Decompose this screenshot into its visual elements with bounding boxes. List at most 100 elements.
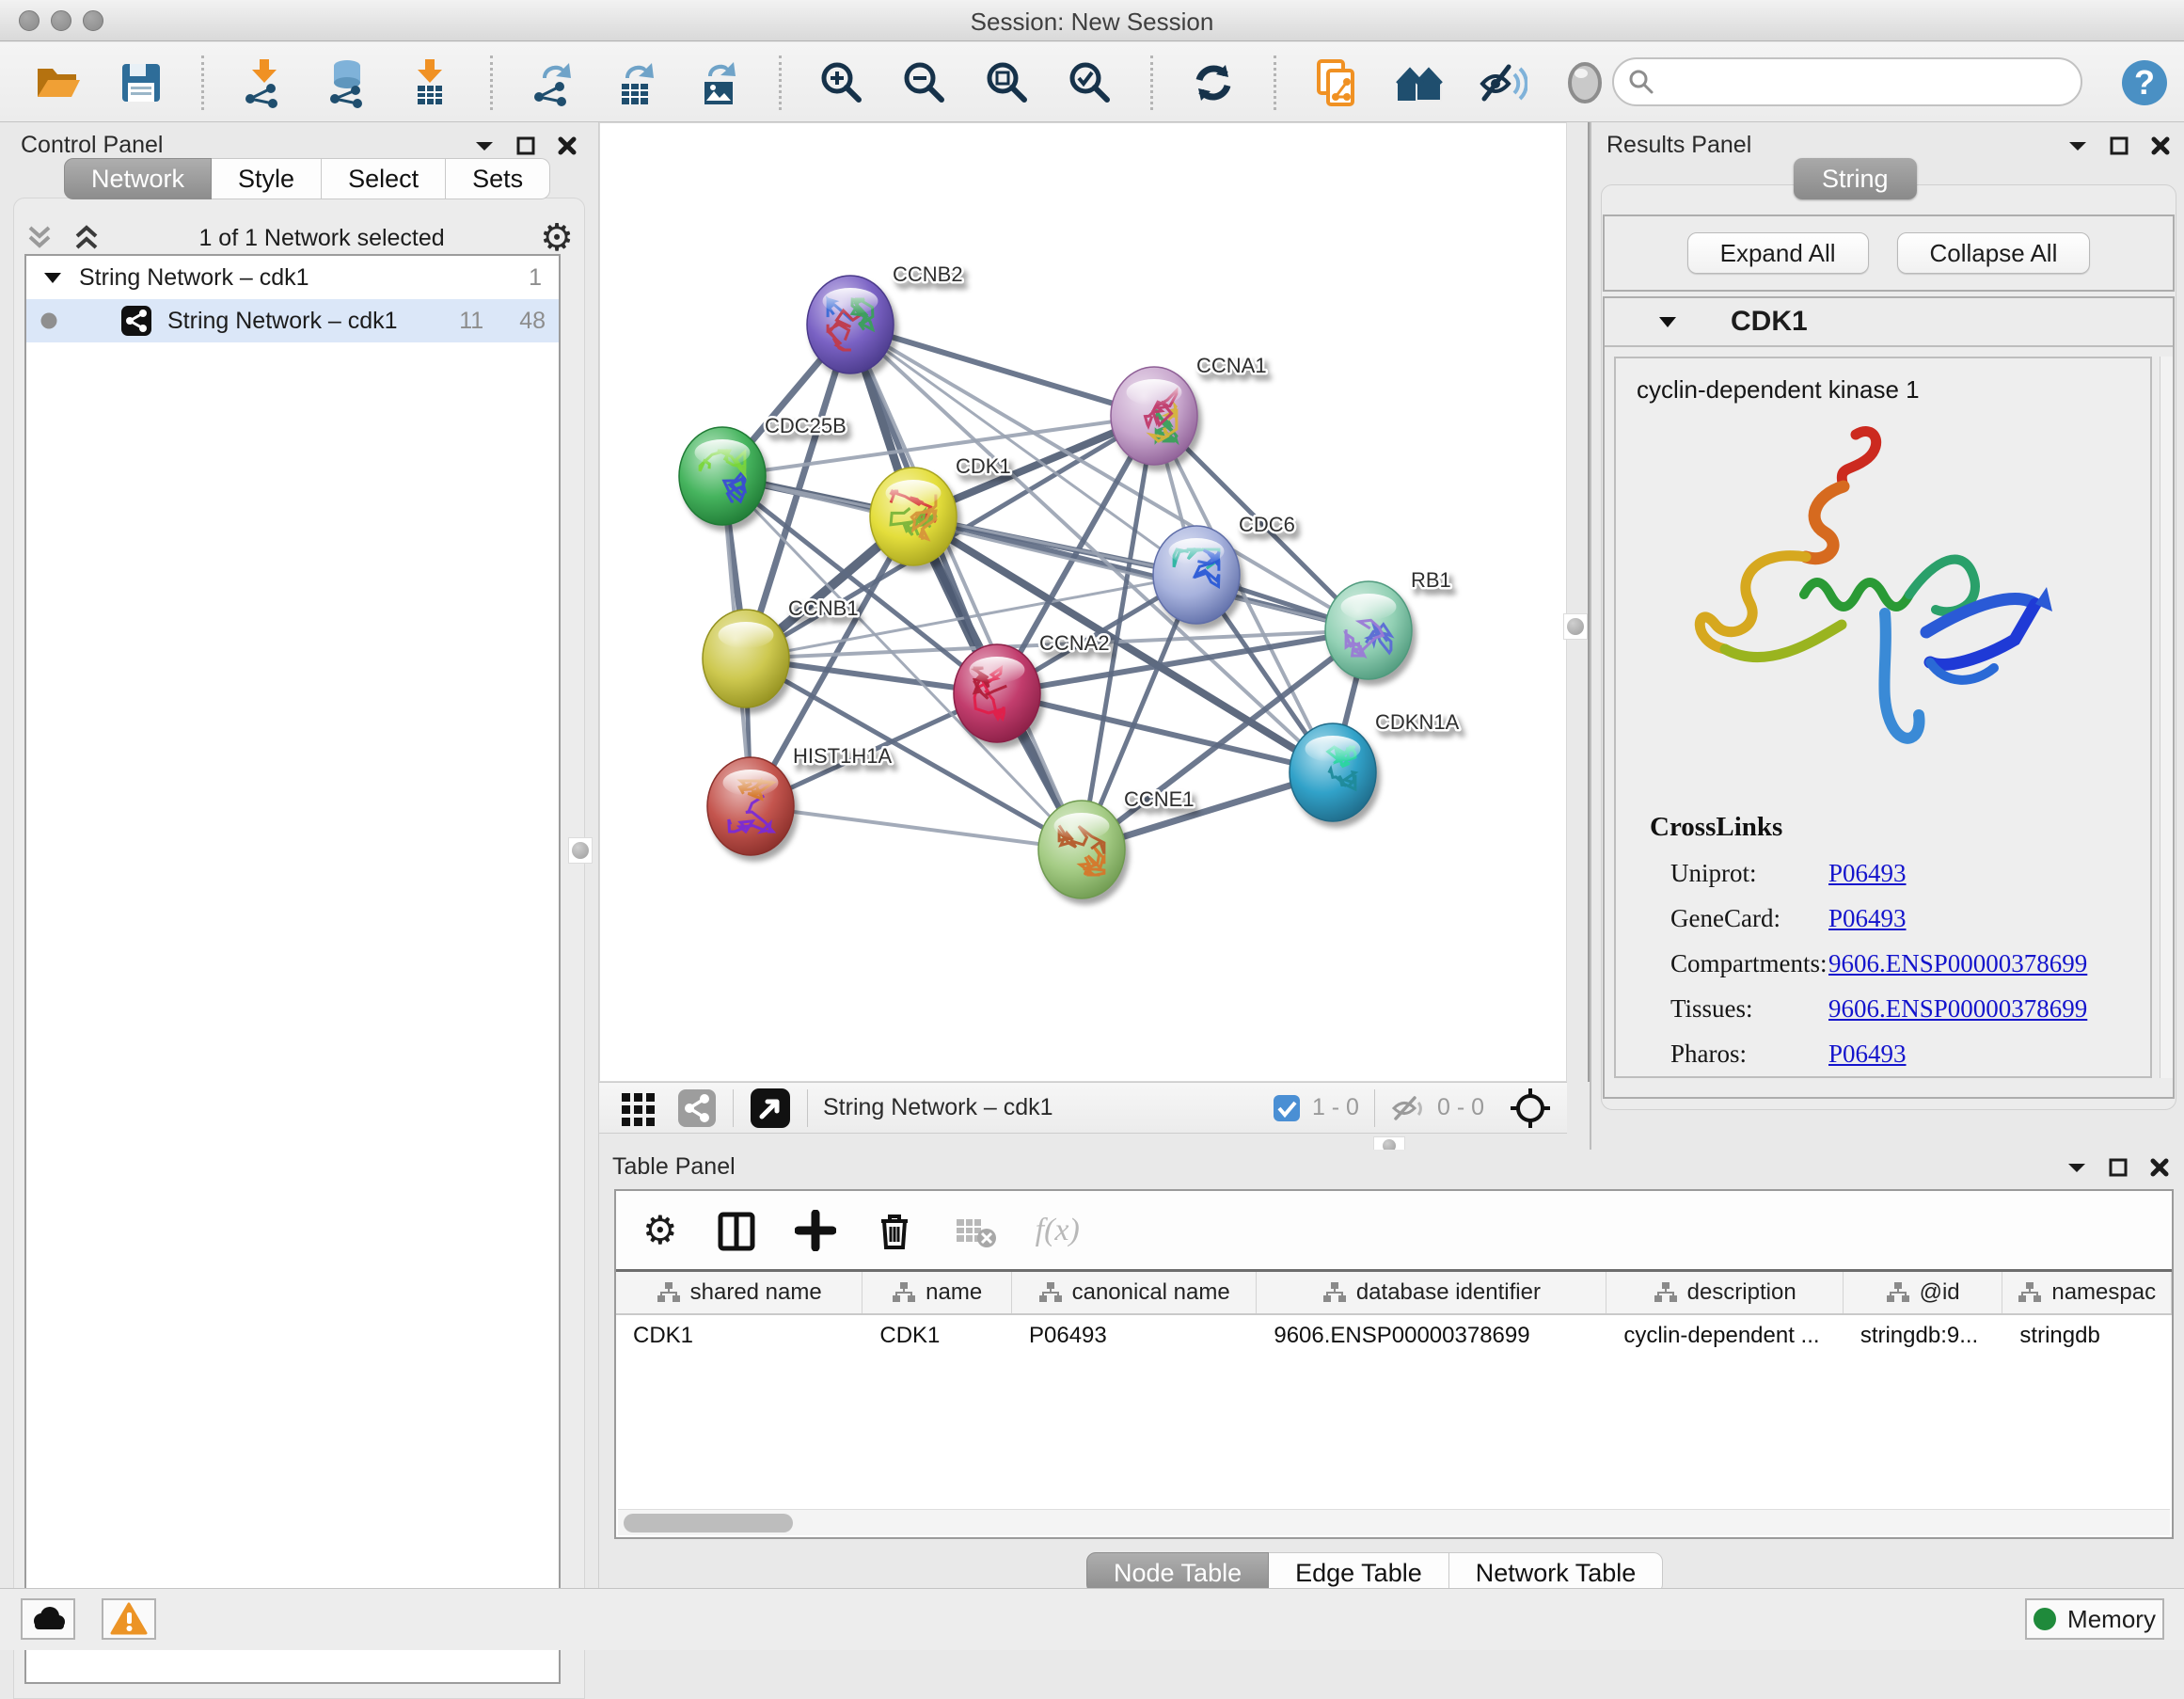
column-header-namespac[interactable]: namespac — [2002, 1272, 2172, 1313]
crosslink-link[interactable]: P06493 — [1828, 859, 1907, 888]
edge-CDC25B-CDC6[interactable] — [722, 476, 1196, 575]
help-icon[interactable]: ? — [2118, 56, 2171, 109]
import-table-icon[interactable] — [404, 56, 456, 109]
panel-menu-icon[interactable] — [2066, 1160, 2087, 1175]
add-column-icon[interactable] — [795, 1210, 836, 1251]
node-label-CDKN1A: CDKN1A — [1375, 710, 1460, 734]
panel-close-icon[interactable] — [557, 135, 578, 156]
tab-string[interactable]: String — [1794, 158, 1917, 199]
column-header-description[interactable]: description — [1606, 1272, 1843, 1313]
tab-style[interactable]: Style — [212, 158, 322, 199]
node-RB1[interactable]: RB1 — [1325, 568, 1451, 679]
edge-CCNB2-CCNE1[interactable] — [850, 325, 1082, 850]
collapse-all-button[interactable]: Collapse All — [1897, 232, 2091, 274]
panel-float-icon[interactable] — [2109, 135, 2129, 156]
node-gloss — [695, 439, 751, 466]
grid-mode-icon[interactable] — [618, 1088, 659, 1129]
table-cell[interactable]: CDK1 — [863, 1315, 1012, 1357]
import-network-icon[interactable] — [238, 56, 291, 109]
left-divider-handle[interactable] — [568, 837, 593, 864]
expand-all-button[interactable]: Expand All — [1687, 232, 1869, 274]
export-table-icon[interactable] — [609, 56, 662, 109]
edge-CCNE1-HIST1H1A[interactable] — [751, 806, 1082, 850]
results-section-header[interactable]: CDK1 — [1605, 298, 2173, 347]
table-cell[interactable]: P06493 — [1012, 1315, 1257, 1357]
export-network-icon[interactable] — [527, 56, 579, 109]
panel-close-icon[interactable] — [2150, 135, 2171, 156]
network-canvas[interactable]: CCNB2CCNA1CDC25BCDK1CDC6RB1CCNB1CCNA2CDK… — [599, 122, 1567, 1082]
network-view-mode-icon[interactable] — [676, 1088, 718, 1129]
export-image-icon[interactable] — [692, 56, 745, 109]
tab-select[interactable]: Select — [322, 158, 446, 199]
cloud-status-button[interactable] — [21, 1598, 75, 1640]
search-input[interactable] — [1655, 69, 2050, 95]
table-cell[interactable]: stringdb — [2002, 1315, 2172, 1357]
save-session-icon[interactable] — [115, 56, 167, 109]
refresh-icon[interactable] — [1187, 56, 1240, 109]
panel-float-icon[interactable] — [515, 135, 536, 156]
results-scrollbar[interactable] — [2160, 357, 2173, 1078]
column-header--id[interactable]: @id — [1844, 1272, 2003, 1313]
zoom-fit-icon[interactable] — [981, 56, 1034, 109]
crosslink-link[interactable]: P06493 — [1828, 1040, 1907, 1069]
delete-column-icon[interactable] — [874, 1210, 915, 1251]
column-header-database-identifier[interactable]: database identifier — [1257, 1272, 1606, 1313]
table-panel-title: Table Panel — [612, 1153, 736, 1181]
crosslink-link[interactable]: 9606.ENSP00000378699 — [1828, 994, 2087, 1024]
hide-selected-icon[interactable] — [1476, 56, 1528, 109]
edge-CCNA2-CDKN1A[interactable] — [997, 693, 1333, 772]
network-graph[interactable]: CCNB2CCNA1CDC25BCDK1CDC6RB1CCNB1CCNA2CDK… — [600, 123, 1568, 1083]
node-CDK1[interactable]: CDK1 — [870, 454, 1011, 565]
table-cell[interactable]: cyclin-dependent ... — [1606, 1315, 1843, 1357]
open-session-icon[interactable] — [32, 56, 85, 109]
right-divider-handle[interactable] — [1563, 613, 1588, 640]
zoom-out-icon[interactable] — [898, 56, 951, 109]
selected-checkbox-icon[interactable] — [1271, 1092, 1303, 1124]
zoom-selected-icon[interactable] — [1064, 56, 1116, 109]
fit-content-crosshair-icon[interactable] — [1509, 1087, 1552, 1130]
table-horizontal-scrollbar[interactable] — [618, 1509, 2170, 1535]
show-columns-icon[interactable] — [716, 1210, 757, 1251]
network-collection-row[interactable]: String Network – cdk1 1 — [26, 256, 559, 299]
table-cell[interactable]: CDK1 — [616, 1315, 863, 1357]
column-header-canonical-name[interactable]: canonical name — [1012, 1272, 1257, 1313]
edge-CCNB2-CCNA1[interactable] — [850, 325, 1154, 416]
duplicate-network-icon[interactable] — [1310, 56, 1363, 109]
expand-all-icon[interactable] — [70, 224, 103, 252]
panel-menu-icon[interactable] — [474, 138, 495, 153]
column-header-shared-name[interactable]: shared name — [616, 1272, 863, 1313]
tree-expander-icon[interactable] — [43, 270, 62, 285]
crosslink-link[interactable]: 9606.ENSP00000378699 — [1828, 949, 2087, 978]
preview-icon[interactable] — [1559, 56, 1611, 109]
crosslink-label: Uniprot: — [1650, 859, 1828, 888]
table-row[interactable]: CDK1CDK1P064939606.ENSP00000378699cyclin… — [616, 1315, 2172, 1357]
column-header-name[interactable]: name — [863, 1272, 1012, 1313]
import-database-icon[interactable] — [321, 56, 373, 109]
node-CDKN1A[interactable]: CDKN1A — [1290, 710, 1460, 821]
column-header-label: name — [926, 1279, 982, 1306]
tab-sets[interactable]: Sets — [446, 158, 550, 199]
node-count: 11 — [459, 308, 483, 335]
section-expander-icon[interactable] — [1657, 314, 1678, 329]
table-cell[interactable]: stringdb:9... — [1844, 1315, 2003, 1357]
table-settings-gear-icon[interactable]: ⚙ — [642, 1207, 678, 1253]
scrollbar-thumb[interactable] — [624, 1514, 793, 1532]
tab-network[interactable]: Network — [64, 158, 212, 199]
crosslink-link[interactable]: P06493 — [1828, 904, 1907, 933]
zoom-in-icon[interactable] — [815, 56, 868, 109]
node-label-CCNE1: CCNE1 — [1124, 787, 1195, 811]
search-field[interactable] — [1612, 57, 2082, 106]
network-home-icon[interactable] — [1393, 56, 1446, 109]
collapse-all-icon[interactable] — [23, 224, 56, 252]
column-header-label: database identifier — [1356, 1279, 1541, 1306]
memory-status-dot — [2034, 1608, 2056, 1630]
node-HIST1H1A[interactable]: HIST1H1A — [707, 744, 892, 855]
panel-float-icon[interactable] — [2108, 1157, 2129, 1178]
birdseye-view-icon[interactable] — [749, 1087, 792, 1130]
table-cell[interactable]: 9606.ENSP00000378699 — [1257, 1315, 1606, 1357]
warning-status-button[interactable] — [102, 1598, 156, 1640]
panel-menu-icon[interactable] — [2067, 138, 2088, 153]
panel-close-icon[interactable] — [2149, 1157, 2170, 1178]
memory-button[interactable]: Memory — [2025, 1598, 2164, 1640]
network-row-selected[interactable]: String Network – cdk1 11 48 — [26, 299, 559, 342]
